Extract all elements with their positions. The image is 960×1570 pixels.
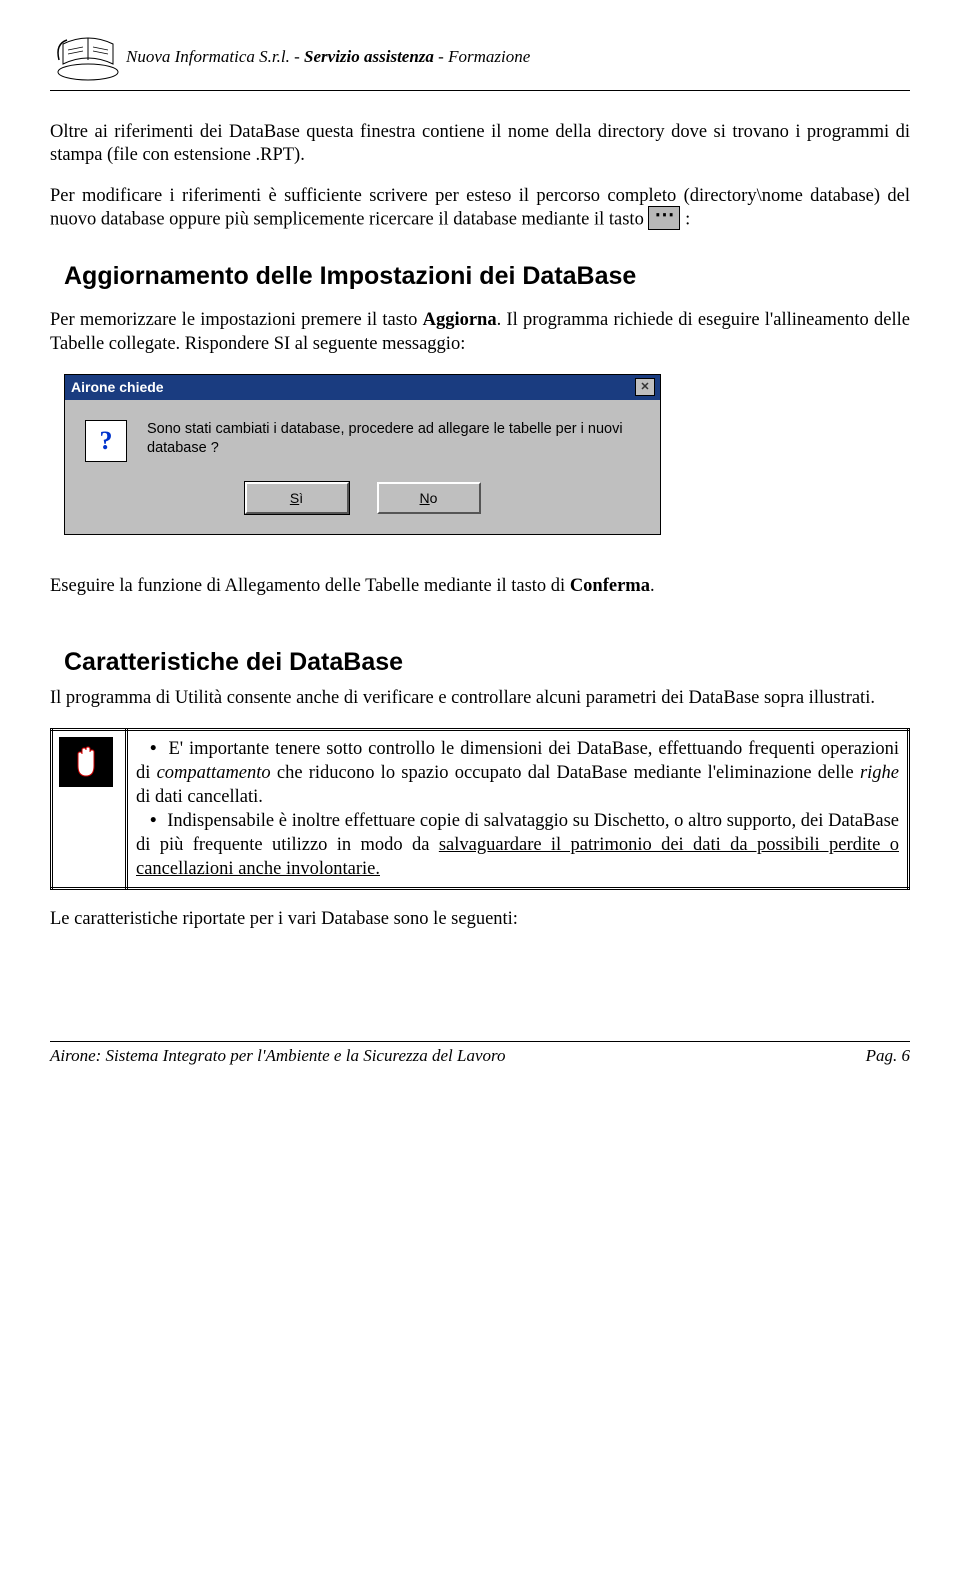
paragraph-utilita: Il programma di Utilità consente anche d… <box>50 687 910 710</box>
heading-caratteristiche: Caratteristiche dei DataBase <box>64 648 910 677</box>
book-logo-icon <box>50 30 126 84</box>
warning-icon-cell <box>52 729 127 888</box>
warning-note-box: E' importante tenere sotto controllo le … <box>50 728 910 890</box>
paragraph-eseguire: Eseguire la funzione di Allegamento dell… <box>50 575 910 598</box>
paragraph-riferimenti: Oltre ai riferimenti dei DataBase questa… <box>50 121 910 167</box>
stop-hand-icon <box>59 737 113 787</box>
yes-button[interactable]: Sì <box>245 482 349 514</box>
paragraph-modificare: Per modificare i riferimenti è sufficien… <box>50 185 910 232</box>
dialog-title: Airone chiede <box>71 379 164 395</box>
question-icon: ? <box>85 420 127 462</box>
no-button[interactable]: No <box>377 482 481 514</box>
footer-page: Pag. 6 <box>866 1046 910 1066</box>
dialog-message: Sono stati cambiati i database, proceder… <box>147 420 644 459</box>
header-service: Servizio assistenza <box>304 47 434 66</box>
header-rule <box>50 90 910 91</box>
heading-aggiornamento: Aggiornamento delle Impostazioni dei Dat… <box>64 262 910 291</box>
confirm-dialog: Airone chiede ✕ ? Sono stati cambiati i … <box>64 374 661 535</box>
footer-left: Airone: Sistema Integrato per l'Ambiente… <box>50 1046 505 1066</box>
warning-text: E' importante tenere sotto controllo le … <box>127 729 909 888</box>
page-footer: Airone: Sistema Integrato per l'Ambiente… <box>50 1041 910 1066</box>
close-icon[interactable]: ✕ <box>635 378 655 396</box>
header-text: Nuova Informatica S.r.l. - Servizio assi… <box>126 47 530 67</box>
dialog-titlebar: Airone chiede ✕ <box>65 375 660 400</box>
header-company: Nuova Informatica S.r.l. <box>126 47 290 66</box>
browse-button-icon <box>648 206 680 230</box>
header-training: Formazione <box>448 47 530 66</box>
paragraph-memorizzare: Per memorizzare le impostazioni premere … <box>50 309 910 355</box>
page-header: Nuova Informatica S.r.l. - Servizio assi… <box>50 30 910 84</box>
paragraph-caratteristiche-list: Le caratteristiche riportate per i vari … <box>50 908 910 931</box>
